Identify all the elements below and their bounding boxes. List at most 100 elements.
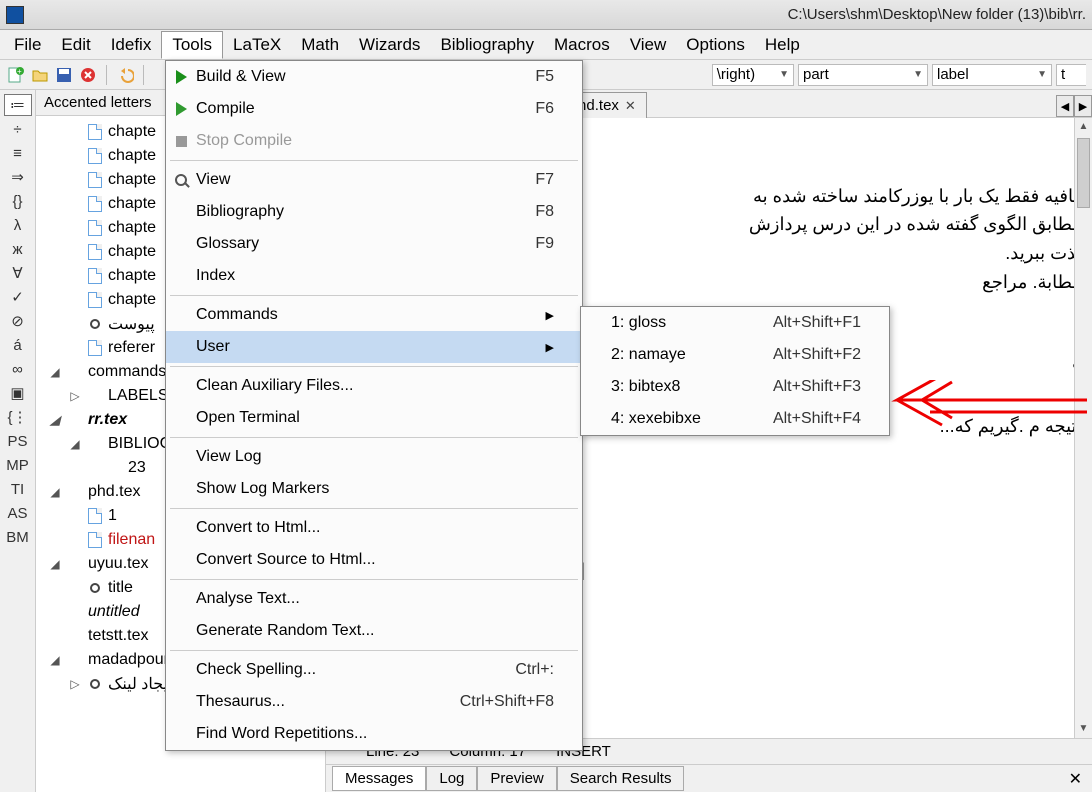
menu-math[interactable]: Math	[291, 32, 349, 58]
tab-nav-icon[interactable]: ◀	[1056, 95, 1074, 117]
menu-view[interactable]: View	[620, 32, 677, 58]
save-icon[interactable]	[54, 65, 74, 85]
symbol-button[interactable]: ж	[4, 238, 32, 260]
menu-item[interactable]: CompileF6	[166, 93, 582, 125]
tree-label: 23	[128, 459, 146, 477]
tree-label: ایجاد لینک	[108, 674, 173, 694]
menu-item[interactable]: ViewF7	[166, 164, 582, 196]
symbol-palette: ≔÷≡⇒{}λж∀✓⊘á∞▣{⋮PSMPTIASBM	[0, 90, 36, 792]
separator	[143, 65, 144, 85]
play-o-icon	[172, 100, 190, 118]
bottom-tab[interactable]: Messages	[332, 766, 426, 791]
menu-item[interactable]: Clean Auxiliary Files...	[166, 370, 582, 402]
file-icon	[86, 147, 104, 165]
none-icon	[66, 651, 84, 669]
symbol-button[interactable]: ▣	[4, 382, 32, 404]
symbol-button[interactable]: λ	[4, 214, 32, 236]
submenu-item[interactable]: 4: xexebibxeAlt+Shift+F4	[581, 403, 889, 435]
menu-item[interactable]: User▶	[166, 331, 582, 363]
combo-part[interactable]: part▼	[798, 64, 928, 86]
scroll-down-icon[interactable]: ▼	[1075, 720, 1092, 738]
submenu-item[interactable]: 1: glossAlt+Shift+F1	[581, 307, 889, 339]
symbol-button[interactable]: AS	[4, 502, 32, 524]
menu-item[interactable]: Check Spelling...Ctrl+:	[166, 654, 582, 686]
symbol-button[interactable]: PS	[4, 430, 32, 452]
submenu-item[interactable]: 3: bibtex8Alt+Shift+F3	[581, 371, 889, 403]
menu-shortcut: Ctrl+:	[475, 661, 554, 679]
close-tab-icon[interactable]: ✕	[625, 98, 636, 114]
symbol-button[interactable]: {}	[4, 190, 32, 212]
symbol-button[interactable]: ∞	[4, 358, 32, 380]
menu-edit[interactable]: Edit	[51, 32, 100, 58]
symbol-button[interactable]: TI	[4, 478, 32, 500]
close-icon[interactable]	[78, 65, 98, 85]
menu-item[interactable]: Index	[166, 260, 582, 292]
tree-label: chapte	[108, 291, 156, 309]
symbol-button[interactable]: BM	[4, 526, 32, 548]
menu-options[interactable]: Options	[676, 32, 755, 58]
menu-item-label: Stop Compile	[196, 132, 292, 150]
menu-item[interactable]: View Log	[166, 441, 582, 473]
tools-menu[interactable]: Build & ViewF5CompileF6 Stop Compile ViewF…	[165, 60, 583, 751]
menu-item[interactable]: Commands▶	[166, 299, 582, 331]
close-panel-icon[interactable]: ✕	[1069, 769, 1082, 789]
menu-item[interactable]: GlossaryF9	[166, 228, 582, 260]
menu-item[interactable]: Convert to Html...	[166, 512, 582, 544]
tree-label: phd.tex	[88, 483, 140, 501]
file-icon	[86, 123, 104, 141]
file-icon	[86, 531, 104, 549]
combo-t[interactable]: t	[1056, 64, 1086, 86]
symbol-button[interactable]: ≔	[4, 94, 32, 116]
menu-latex[interactable]: LaTeX	[223, 32, 291, 58]
tab-nav-icon[interactable]: ▶	[1074, 95, 1092, 117]
tree-label: untitled	[88, 603, 140, 621]
menu-help[interactable]: Help	[755, 32, 810, 58]
scrollbar-thumb[interactable]	[1077, 138, 1090, 208]
symbol-button[interactable]: ✓	[4, 286, 32, 308]
file-icon	[86, 219, 104, 237]
menu-idefix[interactable]: Idefix	[101, 32, 162, 58]
menu-wizards[interactable]: Wizards	[349, 32, 430, 58]
undo-icon[interactable]	[115, 65, 135, 85]
bottom-tab[interactable]: Search Results	[557, 766, 685, 791]
open-file-icon[interactable]	[30, 65, 50, 85]
bottom-tab[interactable]: Log	[426, 766, 477, 791]
user-submenu[interactable]: 1: glossAlt+Shift+F12: namayeAlt+Shift+F…	[580, 306, 890, 436]
menu-item[interactable]: Find Word Repetitions...	[166, 718, 582, 750]
symbol-button[interactable]: ÷	[4, 118, 32, 140]
menu-tools[interactable]: Tools	[161, 31, 223, 59]
symbol-button[interactable]: ∀	[4, 262, 32, 284]
tree-label: chapte	[108, 195, 156, 213]
app-icon	[6, 6, 24, 24]
menu-macros[interactable]: Macros	[544, 32, 620, 58]
menu-item-label: Build & View	[196, 68, 286, 86]
menu-item[interactable]: Show Log Markers	[166, 473, 582, 505]
menu-item[interactable]: Thesaurus...Ctrl+Shift+F8	[166, 686, 582, 718]
none-icon	[66, 555, 84, 573]
symbol-button[interactable]: ⇒	[4, 166, 32, 188]
svg-text:+: +	[17, 67, 22, 76]
scroll-up-icon[interactable]: ▲	[1075, 118, 1092, 136]
bottom-tab[interactable]: Preview	[477, 766, 556, 791]
tree-label: rr.tex	[88, 411, 127, 429]
menu-file[interactable]: File	[4, 32, 51, 58]
menu-item[interactable]: Generate Random Text...	[166, 615, 582, 647]
symbol-button[interactable]: ⊘	[4, 310, 32, 332]
scrollbar-vertical[interactable]: ▲ ▼	[1074, 118, 1092, 738]
combo-label[interactable]: label▼	[932, 64, 1052, 86]
symbol-button[interactable]: ≡	[4, 142, 32, 164]
new-file-icon[interactable]: +	[6, 65, 26, 85]
submenu-item[interactable]: 2: namayeAlt+Shift+F2	[581, 339, 889, 371]
symbol-button[interactable]: MP	[4, 454, 32, 476]
menu-item[interactable]: BibliographyF8	[166, 196, 582, 228]
menu-item[interactable]: Convert Source to Html...	[166, 544, 582, 576]
menu-item[interactable]: Build & ViewF5	[166, 61, 582, 93]
menu-item[interactable]: Open Terminal	[166, 402, 582, 434]
combo-right[interactable]: \right)▼	[712, 64, 794, 86]
menu-item[interactable]: Analyse Text...	[166, 583, 582, 615]
symbol-button[interactable]: {⋮	[4, 406, 32, 428]
title-bar: C:\Users\shm\Desktop\New folder (13)\bib…	[0, 0, 1092, 30]
symbol-button[interactable]: á	[4, 334, 32, 356]
menu-bibliography[interactable]: Bibliography	[430, 32, 544, 58]
mag-icon	[172, 171, 190, 189]
